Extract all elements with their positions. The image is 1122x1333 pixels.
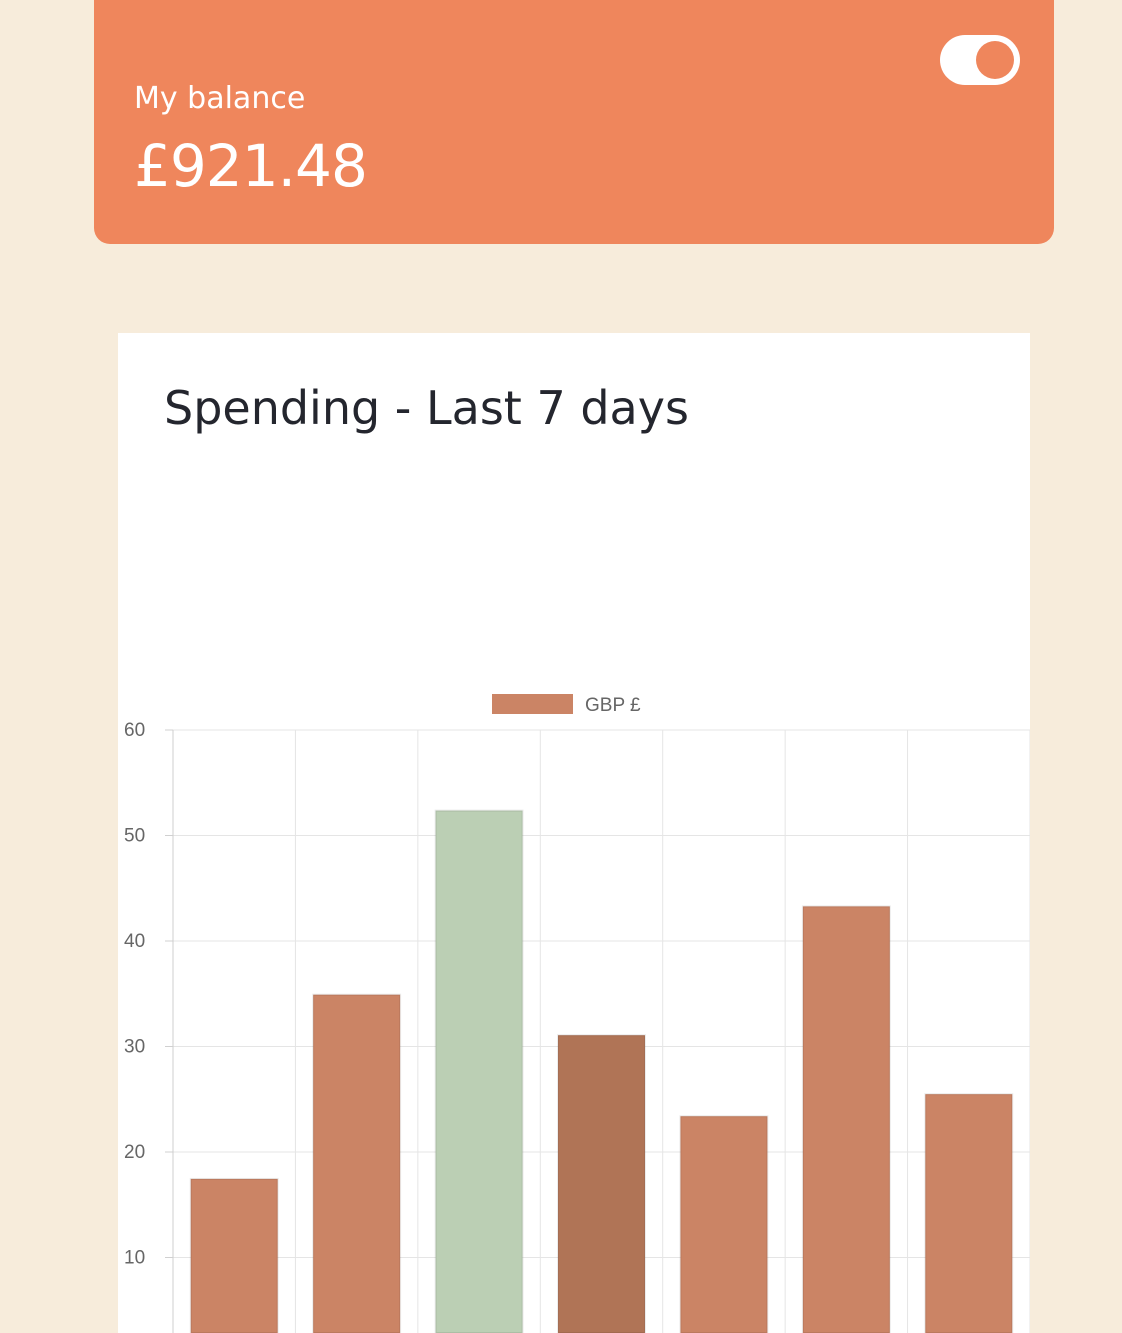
y-tick-label: 40 [124, 931, 145, 952]
y-tick-label: 50 [124, 826, 145, 847]
y-tick-label: 20 [124, 1142, 145, 1163]
y-tick-label: 30 [124, 1037, 145, 1058]
spending-bar-chart: 10 20 30 40 50 60 GBP £ [124, 694, 1030, 1333]
legend-swatch [492, 694, 573, 714]
toggle-knob [976, 41, 1014, 79]
balance-label: My balance [134, 81, 306, 116]
bar [434, 809, 524, 1333]
bar [312, 993, 402, 1333]
legend-label: GBP £ [585, 695, 641, 716]
bar [801, 905, 891, 1333]
y-tick-label: 60 [124, 720, 145, 741]
bar [557, 1034, 646, 1333]
balance-card: My balance £921.48 [94, 0, 1054, 244]
theme-toggle[interactable] [940, 35, 1020, 85]
y-tick-label: 10 [124, 1248, 145, 1269]
bar [924, 1093, 1014, 1333]
spending-chart-card: Spending - Last 7 days 10 20 30 40 50 60 GBP £ [118, 333, 1030, 1333]
bar [189, 1177, 279, 1333]
bar [679, 1115, 769, 1333]
balance-amount: £921.48 [134, 132, 368, 200]
